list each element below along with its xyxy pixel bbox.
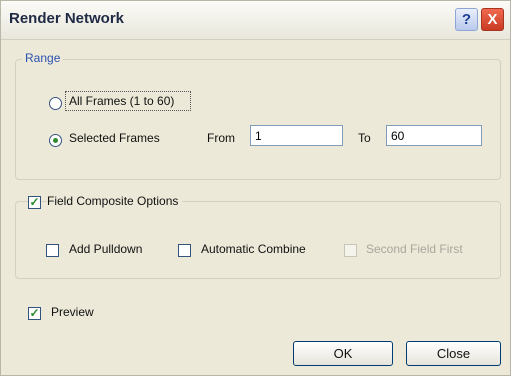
selected-frames-label[interactable]: Selected Frames bbox=[69, 131, 160, 145]
field-composite-group bbox=[15, 201, 501, 279]
selected-frames-radio[interactable] bbox=[49, 134, 62, 147]
help-button[interactable]: ? bbox=[455, 8, 478, 31]
all-frames-radio[interactable] bbox=[49, 97, 62, 110]
close-window-button[interactable]: X bbox=[481, 8, 504, 31]
title-bar[interactable]: Render Network ? X bbox=[1, 1, 510, 40]
ok-label: OK bbox=[333, 346, 353, 361]
all-frames-label[interactable]: All Frames (1 to 60) bbox=[69, 94, 174, 108]
second-field-first-label: Second Field First bbox=[366, 242, 463, 256]
close-button[interactable]: Close bbox=[406, 341, 501, 366]
add-pulldown-checkbox[interactable] bbox=[46, 244, 59, 257]
help-icon: ? bbox=[461, 11, 472, 28]
range-legend: Range bbox=[22, 51, 64, 65]
automatic-combine-label[interactable]: Automatic Combine bbox=[201, 242, 306, 256]
second-field-first-checkbox bbox=[344, 244, 357, 257]
preview-checkbox[interactable]: ✓ bbox=[28, 307, 41, 320]
range-group: Range bbox=[15, 51, 501, 180]
close-label: Close bbox=[436, 346, 471, 361]
to-label: To bbox=[358, 131, 371, 145]
field-composite-checkbox[interactable]: ✓ bbox=[28, 196, 41, 209]
to-field[interactable] bbox=[386, 125, 482, 146]
render-network-dialog: Render Network ? X Range All Frames (1 t… bbox=[0, 0, 511, 376]
close-icon: X bbox=[487, 11, 498, 28]
preview-label[interactable]: Preview bbox=[51, 305, 94, 319]
field-composite-label[interactable]: Field Composite Options bbox=[47, 194, 183, 208]
from-label: From bbox=[207, 131, 235, 145]
radio-selected-dot bbox=[53, 138, 58, 143]
automatic-combine-checkbox[interactable] bbox=[178, 244, 191, 257]
window-title: Render Network bbox=[9, 10, 125, 27]
add-pulldown-label[interactable]: Add Pulldown bbox=[69, 242, 142, 256]
from-field[interactable] bbox=[250, 125, 343, 146]
ok-button[interactable]: OK bbox=[293, 341, 393, 366]
